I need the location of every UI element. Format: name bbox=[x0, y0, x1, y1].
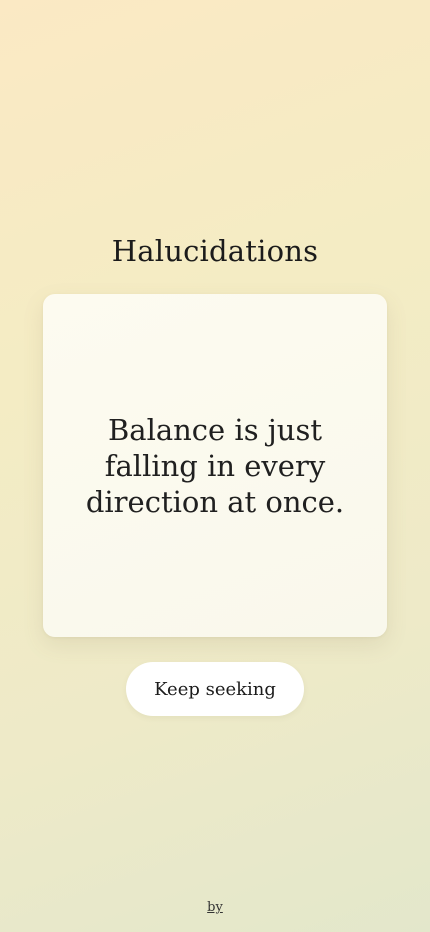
app-title: Halucidations bbox=[111, 234, 319, 268]
app-screen: Halucidations Balance is just falling in… bbox=[0, 0, 430, 932]
quote-text: Balance is just falling in every directi… bbox=[85, 412, 345, 519]
quote-card: Balance is just falling in every directi… bbox=[43, 294, 387, 637]
by-link[interactable]: by bbox=[207, 900, 223, 915]
keep-seeking-button[interactable]: Keep seeking bbox=[126, 662, 304, 716]
footer: by bbox=[0, 900, 430, 915]
